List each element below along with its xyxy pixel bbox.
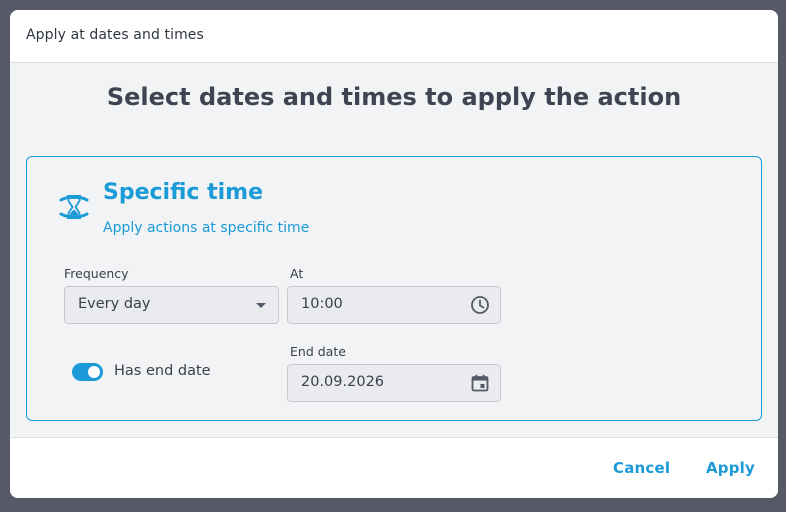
has-end-date-toggle[interactable] [72,363,103,381]
dialog-body: Select dates and times to apply the acti… [10,63,778,437]
caret-down-icon [256,303,266,308]
has-end-date-label: Has end date [114,363,211,379]
toggle-knob [88,366,100,378]
end-date-label: End date [290,344,346,359]
dialog-footer: Cancel Apply [10,437,778,498]
clock-icon[interactable] [470,295,490,315]
frequency-label: Frequency [64,266,129,281]
time-value: 10:00 [301,296,343,312]
end-date-input[interactable]: 20.09.2026 [287,364,501,402]
cancel-button[interactable]: Cancel [613,459,670,477]
page-title: Select dates and times to apply the acti… [106,83,682,111]
time-input[interactable]: 10:00 [287,286,501,324]
specific-time-card[interactable]: Specific time Apply actions at specific … [26,156,762,421]
card-title: Specific time [103,180,264,205]
frequency-value: Every day [78,296,151,312]
card-subtitle: Apply actions at specific time [103,220,310,236]
apply-button[interactable]: Apply [706,459,755,477]
at-label: At [290,266,304,281]
dialog-title: Apply at dates and times [26,27,204,43]
dialog-header: Apply at dates and times [10,10,778,63]
end-date-value: 20.09.2026 [301,374,385,390]
hourglass-icon [59,195,89,219]
calendar-icon[interactable] [470,373,490,393]
dialog: Apply at dates and times Select dates an… [10,10,778,498]
frequency-select[interactable]: Every day [64,286,279,324]
